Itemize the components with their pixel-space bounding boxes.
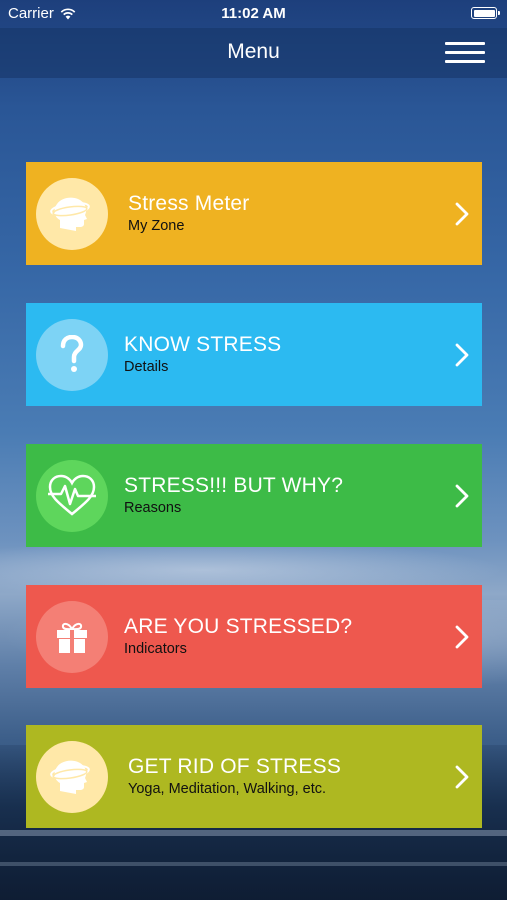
card-subtitle: Reasons bbox=[124, 500, 182, 516]
menu-item-get-rid-of-stress[interactable]: GET RID OF STRESS Yoga, Meditation, Walk… bbox=[26, 725, 482, 828]
head-icon bbox=[36, 741, 108, 813]
question-mark-icon bbox=[36, 319, 108, 391]
card-title: STRESS!!! BUT WHY? bbox=[124, 474, 344, 497]
menu-item-stress-meter[interactable]: Stress Meter My Zone bbox=[26, 162, 482, 265]
background-wave bbox=[0, 830, 507, 836]
chevron-right-icon bbox=[455, 484, 469, 508]
card-title: Stress Meter bbox=[128, 192, 250, 215]
card-title: GET RID OF STRESS bbox=[128, 755, 342, 778]
hamburger-menu-icon[interactable] bbox=[445, 41, 485, 65]
status-bar: Carrier 11:02 AM bbox=[0, 0, 507, 28]
menu-item-are-you-stressed[interactable]: ARE YOU STRESSED? Indicators bbox=[26, 585, 482, 688]
heartbeat-icon bbox=[36, 460, 108, 532]
head-icon bbox=[36, 178, 108, 250]
card-subtitle: Details bbox=[124, 359, 169, 375]
gift-icon bbox=[36, 601, 108, 673]
background-wave bbox=[0, 862, 507, 866]
card-subtitle: My Zone bbox=[128, 218, 185, 234]
battery-icon bbox=[471, 7, 500, 19]
card-subtitle: Indicators bbox=[124, 641, 187, 657]
card-subtitle: Yoga, Meditation, Walking, etc. bbox=[128, 781, 327, 797]
nav-bar: Menu bbox=[0, 28, 507, 78]
status-time: 11:02 AM bbox=[221, 5, 286, 22]
chevron-right-icon bbox=[455, 625, 469, 649]
battery-level bbox=[473, 9, 495, 17]
menu-item-know-stress[interactable]: KNOW STRESS Details bbox=[26, 303, 482, 406]
chevron-right-icon bbox=[455, 202, 469, 226]
card-title: KNOW STRESS bbox=[124, 333, 282, 356]
chevron-right-icon bbox=[455, 343, 469, 367]
card-title: ARE YOU STRESSED? bbox=[124, 615, 353, 638]
chevron-right-icon bbox=[455, 765, 469, 789]
menu-item-stress-but-why[interactable]: STRESS!!! BUT WHY? Reasons bbox=[26, 444, 482, 547]
page-title: Menu bbox=[227, 40, 280, 63]
